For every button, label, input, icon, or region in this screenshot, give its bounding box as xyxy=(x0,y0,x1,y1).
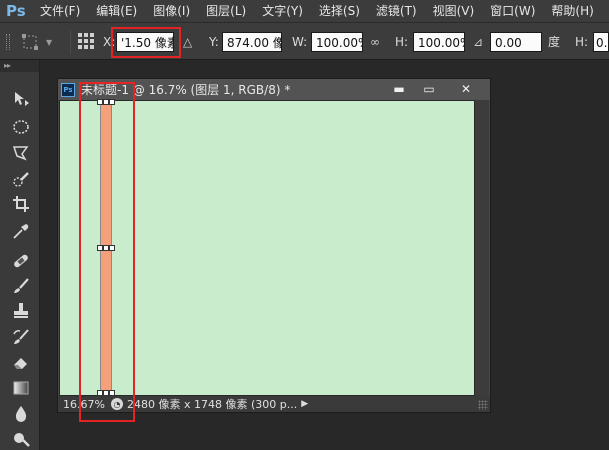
marquee-tool[interactable] xyxy=(10,116,32,138)
blur-tool[interactable] xyxy=(10,403,32,425)
menu-layer[interactable]: 图层(L) xyxy=(202,0,250,22)
crop-icon xyxy=(13,196,29,212)
photoshop-logo: Ps xyxy=(6,2,26,20)
move-tool[interactable] xyxy=(10,88,32,110)
vertical-scrollbar[interactable] xyxy=(475,100,489,396)
link-icon[interactable]: ∞ xyxy=(370,33,380,51)
document-size-info: 2480 像素 x 1748 像素 (300 p... xyxy=(127,398,298,411)
menu-type[interactable]: 文字(Y) xyxy=(258,0,307,22)
quick-selection-icon xyxy=(13,172,29,187)
reference-point-grid[interactable] xyxy=(77,32,95,50)
bandage-icon xyxy=(14,254,28,268)
menu-bar: Ps 文件(F) 编辑(E) 图像(I) 图层(L) 文字(Y) 选择(S) 滤… xyxy=(0,0,609,22)
eraser-icon xyxy=(14,358,27,369)
menu-image[interactable]: 图像(I) xyxy=(149,0,194,22)
x-position-field[interactable]: '1.50 像素 xyxy=(116,32,174,52)
menu-window[interactable]: 窗口(W) xyxy=(486,0,539,22)
photoshop-document-icon: Ps xyxy=(61,82,75,97)
transform-tool-icon xyxy=(22,34,38,50)
history-brush-tool[interactable] xyxy=(10,326,32,348)
document-window: Ps 未标题-1 @ 16.7% (图层 1, RGB/8) * ▬ ▭ ✕ 1… xyxy=(57,78,491,413)
options-bar-grip[interactable] xyxy=(6,34,10,50)
tools-panel-collapse[interactable]: ▸▸ xyxy=(0,60,39,72)
canvas-viewport[interactable] xyxy=(59,99,475,396)
h-skew-label: H: xyxy=(575,35,589,49)
move-icon xyxy=(15,92,29,106)
close-button[interactable]: ✕ xyxy=(444,80,488,97)
history-brush-icon xyxy=(13,329,29,344)
eraser-tool[interactable] xyxy=(10,351,32,373)
dodge-tool[interactable] xyxy=(10,427,32,449)
minimize-button[interactable]: ▬ xyxy=(384,80,414,97)
eyedropper-icon xyxy=(13,224,29,239)
chevron-down-icon: ▼ xyxy=(46,37,53,47)
lasso-tool[interactable] xyxy=(10,142,32,164)
clone-stamp-tool[interactable] xyxy=(10,300,32,322)
eyedropper-tool[interactable] xyxy=(10,220,32,242)
document-title: 未标题-1 @ 16.7% (图层 1, RGB/8) * xyxy=(81,83,291,97)
width-field[interactable]: 100.00% xyxy=(311,32,363,52)
resize-grip[interactable] xyxy=(478,400,488,410)
separator xyxy=(70,30,71,54)
elliptical-marquee-icon xyxy=(13,120,29,134)
transform-handle-middle-right[interactable] xyxy=(109,245,115,251)
droplet-icon xyxy=(15,406,27,422)
menu-help[interactable]: 帮助(H) xyxy=(547,0,597,22)
menu-select[interactable]: 选择(S) xyxy=(315,0,364,22)
relative-position-icon[interactable]: △ xyxy=(183,33,192,51)
angle-unit-label: 度 xyxy=(548,35,561,49)
document-title-bar[interactable]: Ps 未标题-1 @ 16.7% (图层 1, RGB/8) * ▬ ▭ ✕ xyxy=(58,79,490,100)
x-label: X: xyxy=(103,35,116,49)
brush-icon xyxy=(14,278,29,293)
height-field[interactable]: 100.00% xyxy=(413,32,465,52)
menu-edit[interactable]: 编辑(E) xyxy=(92,0,141,22)
status-menu-arrow-icon[interactable]: ▶ xyxy=(301,399,308,409)
zoom-level[interactable]: 16.67% xyxy=(63,398,105,411)
gradient-tool[interactable] xyxy=(10,377,32,399)
status-bar: 16.67% ◔ 2480 像素 x 1748 像素 (300 p... ▶ xyxy=(58,396,490,412)
y-label: Y: xyxy=(209,35,219,49)
polygonal-lasso-icon xyxy=(12,146,29,161)
healing-brush-tool[interactable] xyxy=(10,250,32,272)
options-bar: ▼ X: '1.50 像素 △ Y: 874.00 像素 W: 100.00% … xyxy=(0,22,609,60)
gradient-icon xyxy=(13,381,29,395)
menu-view[interactable]: 视图(V) xyxy=(429,0,479,22)
window-controls: ▬ ▭ ✕ xyxy=(384,80,488,97)
transform-handle-top-right[interactable] xyxy=(109,99,115,105)
y-position-field[interactable]: 874.00 像素 xyxy=(222,32,282,52)
tools-panel: ▸▸ xyxy=(0,60,40,450)
rotate-angle-icon: ⊿ xyxy=(473,35,484,49)
h-label: H: xyxy=(395,35,409,49)
maximize-button[interactable]: ▭ xyxy=(414,80,444,97)
rotate-angle-field[interactable]: 0.00 xyxy=(490,32,542,52)
stamp-icon xyxy=(14,303,28,318)
status-info-icon[interactable]: ◔ xyxy=(111,398,123,410)
quick-selection-tool[interactable] xyxy=(10,169,32,191)
menu-file[interactable]: 文件(F) xyxy=(36,0,84,22)
tool-preset-picker[interactable]: ▼ xyxy=(22,31,66,53)
crop-tool[interactable] xyxy=(10,193,32,215)
dodge-icon xyxy=(14,433,30,447)
w-label: W: xyxy=(292,35,308,49)
brush-tool[interactable] xyxy=(10,275,32,297)
h-skew-field[interactable]: 0.0 xyxy=(593,32,609,52)
menu-filter[interactable]: 滤镜(T) xyxy=(372,0,421,22)
canvas[interactable] xyxy=(60,99,474,396)
